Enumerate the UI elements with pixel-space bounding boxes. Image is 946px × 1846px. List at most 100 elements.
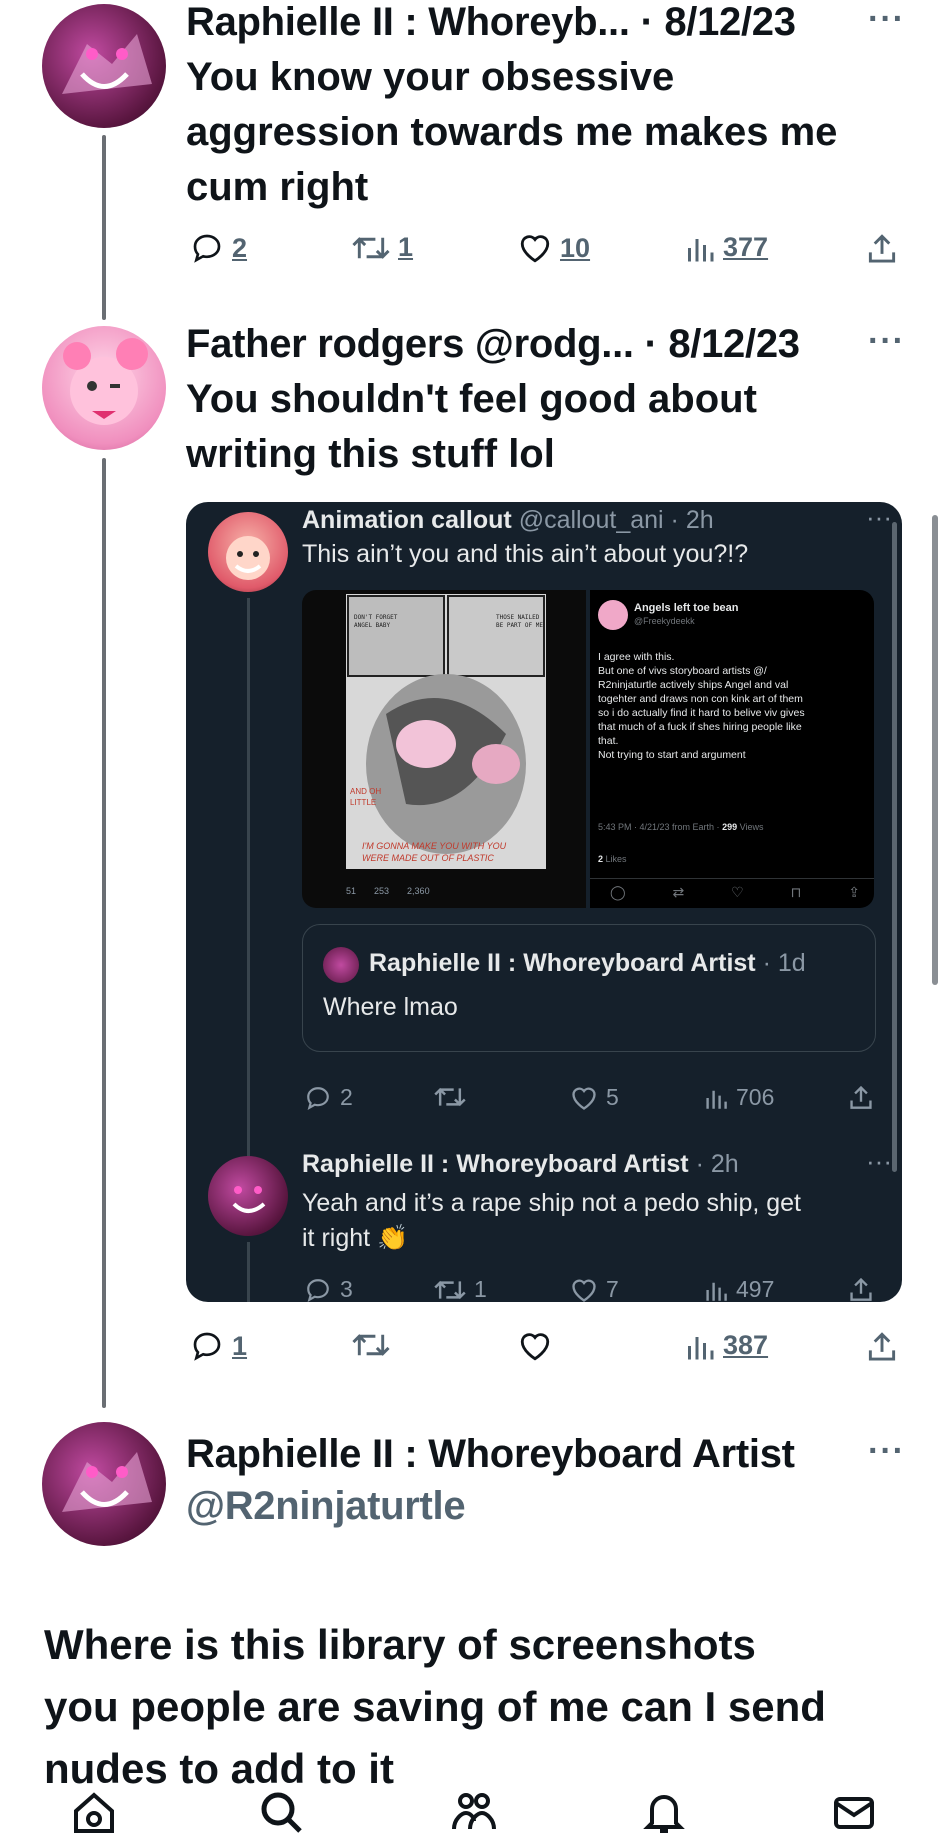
avatar-animation-callout[interactable] [208,512,288,592]
nested-time: · 1d [762,949,806,977]
embedded-text: I agree with this. But one of vivs story… [598,651,805,761]
retweet-icon [352,236,390,259]
avatar-raphielle[interactable] [42,4,166,128]
retweet-button[interactable]: 1 [352,232,413,263]
share-icon [850,1085,872,1109]
comic-caption: I'M GONNA MAKE YOU WITH YOU WERE MADE OU… [362,841,507,863]
reply-icon [307,1278,329,1302]
messages-icon[interactable] [830,1789,878,1842]
views-button[interactable]: 377 [685,232,768,263]
share-icon [850,1277,872,1301]
more-icon[interactable]: ··· [868,322,905,361]
heart-icon [572,1279,596,1302]
views-button[interactable]: 497 [704,1276,774,1302]
communities-icon[interactable] [450,1789,498,1842]
share-button[interactable] [866,232,898,264]
tweet-text: You shouldn't feel good about writing th… [186,377,757,476]
avatar-raphielle-small [323,947,359,983]
main-tweet-text: Where is this library of screenshots you… [44,1621,826,1792]
embedded-likes: 2 Likes [598,854,627,864]
reply-button[interactable]: 2 [190,232,247,264]
notifications-icon[interactable] [640,1789,688,1842]
embedded-handle: @Freekydeekk [634,616,695,626]
comic-text: THOSE NAILED BE PART OF ME [496,614,543,629]
reply-icon: ◯ [610,884,626,900]
like-button[interactable]: 10 [518,232,590,264]
comic-side-text: AND OH LITTLE [350,787,382,807]
embedded-meta: 5:43 PM · 4/21/23 from Earth · 299 Views [598,822,764,832]
tweet-header[interactable]: Raphielle II : Whoreyb... · 8/12/23 [186,0,796,45]
quoted-screenshot[interactable]: Animation callout @callout_ani · 2h ··· … [186,502,902,1302]
home-icon[interactable] [70,1789,118,1842]
reply-icon [193,1332,221,1361]
more-icon[interactable]: ··· [868,1432,905,1471]
tweet-text: You know your obsessive aggression towar… [186,55,838,209]
views-icon [688,238,714,261]
comic-text: DON'T FORGET ANGEL BABY [354,614,398,629]
scrollbar[interactable] [892,522,897,1172]
author-name[interactable]: Raphielle II : Whoreyboard Artist [186,1432,795,1477]
tweet-header[interactable]: Father rodgers @rodg... · 8/12/23 [186,322,800,367]
reply-author: Raphielle II : Whoreyboard Artist [302,1150,689,1178]
page-scrollbar[interactable] [932,515,938,985]
avatar-raphielle[interactable] [208,1156,288,1236]
share-button[interactable] [848,1276,874,1302]
views-icon [706,1282,727,1301]
nested-text: Where lmao [323,993,458,1021]
heart-icon [520,235,550,263]
avatar-art-icon [62,34,152,94]
heart-icon [520,1333,550,1361]
retweet-button[interactable]: 1 [434,1276,487,1302]
like-button[interactable]: 7 [570,1276,619,1302]
heart-icon: ♡ [731,884,744,900]
retweet-button[interactable] [352,1330,390,1360]
views-count: 706 [736,1084,775,1110]
views-count: 387 [723,1330,769,1360]
thread-line [247,598,250,1158]
like-button[interactable] [518,1330,552,1362]
share-icon: ⇪ [848,884,860,900]
views-icon [706,1090,727,1109]
quote-handle-time: @callout_ani · 2h [518,506,714,534]
author-handle[interactable]: @R2ninjaturtle [186,1484,466,1529]
reply-button[interactable]: 2 [304,1084,353,1111]
embedded-actions: ◯ ⇄ ♡ ⊓ ⇪ [610,884,860,901]
views-button[interactable]: 706 [704,1084,774,1111]
reply-button[interactable]: 1 [190,1330,247,1362]
reply-time: · 2h [695,1150,739,1178]
reply-count: 2 [340,1084,353,1110]
bottom-nav [0,1785,946,1846]
search-icon[interactable] [258,1789,306,1842]
bookmark-icon: ⊓ [790,884,802,900]
share-button[interactable] [866,1330,898,1362]
more-icon[interactable]: ··· [866,1146,892,1177]
more-icon[interactable]: ··· [868,0,905,39]
views-button[interactable]: 387 [685,1330,768,1361]
like-count: 7 [606,1276,619,1302]
like-button[interactable]: 5 [570,1084,619,1111]
reply-button[interactable]: 3 [304,1276,353,1302]
more-icon[interactable]: ··· [866,502,892,533]
retweet-count: 1 [474,1276,487,1302]
reply-header[interactable]: Raphielle II : Whoreyboard Artist · 2h [302,1150,739,1179]
reply-count: 2 [232,232,248,263]
thread-line [102,135,106,320]
retweet-icon: ⇄ [672,884,685,900]
media-image-comic[interactable]: DON'T FORGET ANGEL BABY THOSE NAILED BE … [302,590,586,908]
media-image-tweet[interactable]: Angels left toe bean @Freekydeekk I agre… [590,590,874,908]
avatar-art-icon [232,1186,266,1213]
reply-icon [307,1086,329,1110]
views-count: 377 [723,232,769,262]
thread-line [247,1242,250,1302]
nested-quote[interactable]: Raphielle II : Whoreyboard Artist · 1d W… [302,924,876,1052]
reply-count: 1 [232,1330,248,1361]
nested-author: Raphielle II : Whoreyboard Artist [369,949,756,977]
share-button[interactable] [848,1084,874,1110]
avatar-father-rodgers[interactable] [42,326,166,450]
like-count: 10 [560,232,591,263]
avatar-raphielle[interactable] [42,1422,166,1546]
share-icon [868,1332,896,1361]
quote-header[interactable]: Animation callout @callout_ani · 2h [302,506,714,535]
retweet-button[interactable] [434,1084,466,1110]
avatar-art-icon [63,338,148,425]
